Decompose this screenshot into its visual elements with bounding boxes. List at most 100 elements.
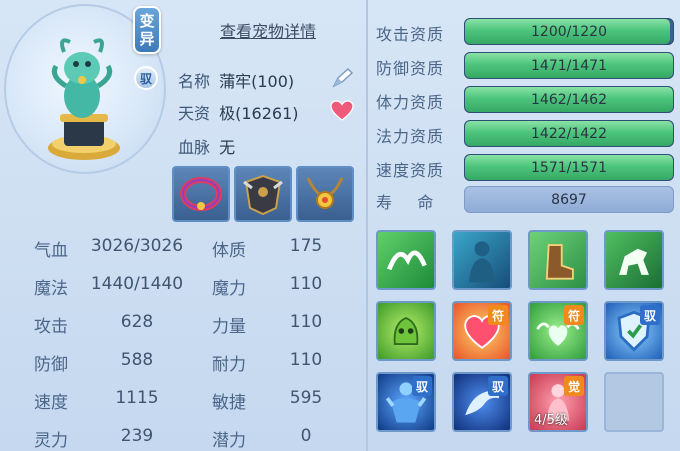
skill-empty-slot[interactable] [604,372,664,432]
aptitude-label: 体力资质 [376,93,445,112]
stat-value: 1440/1440 [90,274,184,294]
stat-value: 588 [120,350,154,370]
skill-shadow-figure[interactable] [452,230,512,290]
stat-row: 防御 588 耐力 110 [0,346,364,376]
lifespan-value: 8697 [464,186,674,213]
aptitude-value: 1200/1220 [531,23,607,40]
skill-tag: 符 [488,305,508,325]
mutation-char-1: 变 [139,12,155,30]
aptitude-value: 1462/1462 [531,91,607,108]
skill-wings[interactable] [376,230,436,290]
aptitude-row: 法力资质 1422/1422 [376,120,676,150]
horse-icon [619,248,649,275]
aptitude-bar: 1571/1571 [464,154,674,181]
stat-row: 气血 3026/3026 体质 175 [0,232,364,262]
skill-tag: 驭 [488,376,508,396]
mutation-char-2: 异 [139,30,155,48]
stat-value: 110 [289,274,323,294]
aptitude-value: 1471/1471 [531,57,607,74]
aptitude-label: 攻击资质 [376,25,445,44]
bloodline-label: 血脉 [178,138,211,157]
collar-icon [180,177,222,211]
skill-horse[interactable] [604,230,664,290]
stat-value: 595 [289,388,323,408]
name-value: 蒲牢(100) [219,72,295,91]
stat-label: 攻击 [34,317,68,337]
stat-row: 速度 1115 敏捷 595 [0,384,364,414]
aptitude-value: 1422/1422 [531,125,607,142]
skill-bell-guardian[interactable] [376,301,436,361]
equipment-slot-collar[interactable] [172,166,230,222]
shadow-figure-icon [468,241,496,283]
pet-info-panel: 变 异 驭 查看宠物详情 名称 蒲牢(100) 天资 极(16261) 血脉 无 [0,0,364,451]
wings-icon [387,250,427,271]
bloodline-row: 血脉 无 [178,134,235,158]
necklace-icon [306,177,344,209]
skill-boots[interactable] [528,230,588,290]
stat-row: 攻击 628 力量 110 [0,308,364,338]
aptitude-row: 攻击资质 1200/1220 [376,18,676,48]
mutation-badge: 变 异 [133,6,161,54]
edit-name-icon[interactable] [330,66,356,90]
skill-heart-glow[interactable]: 符 [452,301,512,361]
stat-label: 防御 [34,355,68,375]
name-label: 名称 [178,72,211,91]
skill-awakened-warrior[interactable]: 觉 4/5级 [528,372,588,432]
aptitude-label: 防御资质 [376,59,445,78]
armor-icon [243,174,283,216]
stat-value: 3026/3026 [90,236,184,256]
aptitude-row: 防御资质 1471/1471 [376,52,676,82]
stat-value: 110 [289,312,323,332]
aptitude-label: 天资 [178,104,211,123]
stat-value: 628 [120,312,154,332]
stat-label: 灵力 [34,431,68,451]
stat-label: 体质 [212,241,246,261]
aptitude-value: 极(16261) [219,104,299,123]
stat-label: 魔法 [34,279,68,299]
skill-dolphin-leap[interactable]: 驭 [452,372,512,432]
aptitude-panel: 攻击资质 1200/1220 防御资质 1471/1471 体力资质 1462/1462 法… [366,0,680,451]
aptitude-row: 天资 极(16261) [178,100,299,124]
stat-label: 潜力 [212,431,246,451]
stat-label: 敏捷 [212,393,246,413]
stat-value: 0 [300,426,312,446]
stat-value: 239 [120,426,154,446]
skill-shield[interactable]: 驭 [604,301,664,361]
skill-tag: 驭 [640,305,660,325]
tame-badge: 驭 [134,66,158,90]
stat-value: 175 [289,236,323,256]
skill-tag: 符 [564,305,584,325]
skill-winged-heart[interactable]: 符 [528,301,588,361]
skill-muscle-warrior[interactable]: 驭 [376,372,436,432]
stat-label: 气血 [34,241,68,261]
name-row: 名称 蒲牢(100) [178,68,294,92]
aptitude-bar: 1471/1471 [464,52,674,79]
stat-label: 耐力 [212,355,246,375]
aptitude-bar: 1200/1220 [464,18,674,45]
stat-label: 力量 [212,317,246,337]
skill-level: 4/5级 [534,413,568,428]
aptitude-label: 法力资质 [376,127,445,146]
stat-value: 1115 [115,388,159,408]
equipment-slot-armor[interactable] [234,166,292,222]
bell-guardian-icon [393,316,419,345]
aptitude-row: 体力资质 1462/1462 [376,86,676,116]
skill-tag: 觉 [564,376,584,396]
aptitude-bar: 1462/1462 [464,86,674,113]
stat-row: 魔法 1440/1440 魔力 110 [0,270,364,300]
stat-label: 速度 [34,393,68,413]
aptitude-row: 速度资质 1571/1571 [376,154,676,184]
aptitude-value: 1571/1571 [531,159,607,176]
view-pet-details-link[interactable]: 查看宠物详情 [220,18,316,42]
aptitude-label: 速度资质 [376,161,445,180]
equipment-slot-necklace[interactable] [296,166,354,222]
heart-icon[interactable] [330,100,354,122]
boots-icon [545,244,574,280]
stat-value: 110 [289,350,323,370]
aptitude-bar: 1422/1422 [464,120,674,147]
lifespan-row: 寿 命 8697 [376,186,676,216]
stat-row: 灵力 239 潜力 0 [0,422,364,451]
stat-label: 魔力 [212,279,246,299]
skill-tag: 驭 [412,376,432,396]
lifespan-label: 寿 命 [376,193,435,212]
